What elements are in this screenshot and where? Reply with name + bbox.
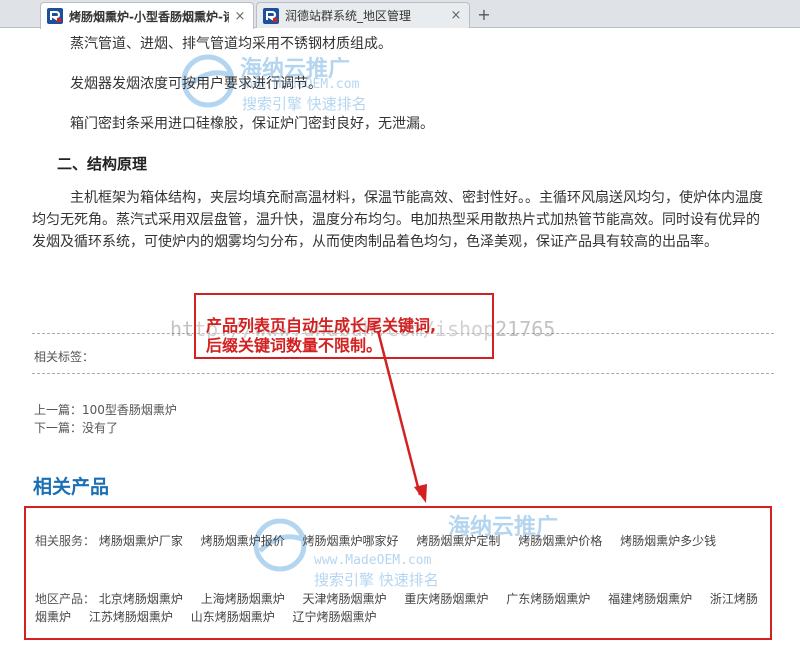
region-link[interactable]: 北京烤肠烟熏炉 — [99, 592, 183, 606]
region-link[interactable]: 重庆烤肠烟熏炉 — [404, 592, 488, 606]
site-favicon-icon — [47, 8, 63, 24]
tab-inactive[interactable]: 润德站群系统_地区管理 × — [256, 2, 470, 28]
region-link[interactable]: 上海烤肠烟熏炉 — [201, 592, 285, 606]
tab-active[interactable]: 烤肠烟熏炉-小型香肠烟熏炉-诸城 × — [40, 2, 254, 29]
service-link[interactable]: 烤肠烟熏炉哪家好 — [303, 534, 399, 548]
region-link[interactable]: 天津烤肠烟熏炉 — [303, 592, 387, 606]
region-link[interactable]: 福建烤肠烟熏炉 — [608, 592, 692, 606]
service-link[interactable]: 烤肠烟熏炉厂家 — [99, 534, 183, 548]
tab-close-icon[interactable]: × — [449, 8, 463, 23]
site-favicon-icon — [263, 7, 279, 24]
related-services-row: 相关服务： 烤肠烟熏炉厂家 烤肠烟熏炉报价 烤肠烟熏炉哪家好 烤肠烟熏炉定制 烤… — [35, 532, 765, 550]
region-products-row: 地区产品： 北京烤肠烟熏炉 上海烤肠烟熏炉 天津烤肠烟熏炉 重庆烤肠烟熏炉 广东… — [35, 590, 765, 626]
regions-label: 地区产品： — [35, 592, 96, 606]
region-link[interactable]: 广东烤肠烟熏炉 — [506, 592, 590, 606]
service-link[interactable]: 烤肠烟熏炉多少钱 — [620, 534, 716, 548]
service-link[interactable]: 烤肠烟熏炉价格 — [518, 534, 602, 548]
service-link[interactable]: 烤肠烟熏炉报价 — [201, 534, 285, 548]
tab-close-icon[interactable]: × — [233, 9, 247, 24]
tab-title: 润德站群系统_地区管理 — [285, 9, 412, 23]
new-tab-button[interactable]: + — [474, 5, 494, 25]
tab-title: 烤肠烟熏炉-小型香肠烟熏炉-诸城 — [69, 9, 229, 24]
related-products-title: 相关产品 — [33, 476, 110, 498]
region-link[interactable]: 江苏烤肠烟熏炉 — [89, 610, 173, 624]
region-link[interactable]: 山东烤肠烟熏炉 — [191, 610, 275, 624]
region-link[interactable]: 辽宁烤肠烟熏炉 — [293, 610, 377, 624]
browser-tab-bar: 烤肠烟熏炉-小型香肠烟熏炉-诸城 × 润德站群系统_地区管理 × + — [0, 0, 800, 29]
page-content: 海纳云推广 www.MadeOEM.com 搜索引擎 快速排名 蒸汽管道、进烟、… — [0, 29, 800, 654]
services-label: 相关服务： — [35, 534, 96, 548]
service-link[interactable]: 烤肠烟熏炉定制 — [416, 534, 500, 548]
related-products-box: 相关服务： 烤肠烟熏炉厂家 烤肠烟熏炉报价 烤肠烟熏炉哪家好 烤肠烟熏炉定制 烤… — [24, 506, 772, 640]
